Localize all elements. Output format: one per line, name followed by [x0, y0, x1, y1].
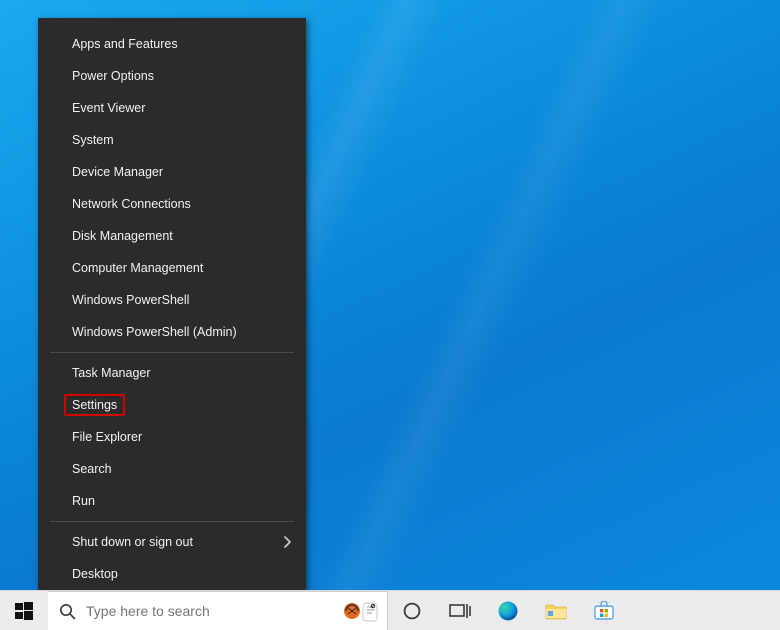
- menu-item-label: System: [72, 133, 114, 147]
- menu-item-label: Windows PowerShell: [72, 293, 189, 307]
- edge-icon: [497, 600, 519, 622]
- menu-separator: [50, 521, 294, 522]
- menu-item-label: Apps and Features: [72, 37, 178, 51]
- menu-item-label: Search: [72, 462, 112, 476]
- menu-item-label: Network Connections: [72, 197, 191, 211]
- menu-item-label: Windows PowerShell (Admin): [72, 325, 237, 339]
- menu-separator: [50, 352, 294, 353]
- menu-item-label: Desktop: [72, 567, 118, 581]
- menu-item-label: Shut down or sign out: [72, 535, 193, 549]
- file-explorer-icon: [545, 602, 567, 620]
- taskbar-search[interactable]: [48, 591, 388, 630]
- winx-group-3: Shut down or sign out Desktop: [38, 526, 306, 590]
- task-view-icon: [449, 602, 471, 620]
- menu-item-shut-down-or-sign-out[interactable]: Shut down or sign out: [38, 526, 306, 558]
- microsoft-store-button[interactable]: [580, 591, 628, 630]
- menu-item-event-viewer[interactable]: Event Viewer: [38, 92, 306, 124]
- menu-item-desktop[interactable]: Desktop: [38, 558, 306, 590]
- cortana-icon: [402, 601, 422, 621]
- menu-item-windows-powershell[interactable]: Windows PowerShell: [38, 284, 306, 316]
- chevron-right-icon: [284, 536, 292, 548]
- menu-item-file-explorer[interactable]: File Explorer: [38, 421, 306, 453]
- menu-item-apps-and-features[interactable]: Apps and Features: [38, 28, 306, 60]
- menu-item-label: Event Viewer: [72, 101, 145, 115]
- menu-item-label: Settings: [72, 398, 117, 412]
- menu-item-system[interactable]: System: [38, 124, 306, 156]
- desktop-background: Apps and Features Power Options Event Vi…: [0, 0, 780, 630]
- cortana-button[interactable]: [388, 591, 436, 630]
- windows-logo-icon: [15, 602, 33, 620]
- menu-item-label: Run: [72, 494, 95, 508]
- winx-group-1: Apps and Features Power Options Event Vi…: [38, 28, 306, 348]
- menu-item-label: File Explorer: [72, 430, 142, 444]
- menu-item-run[interactable]: Run: [38, 485, 306, 517]
- winx-menu: Apps and Features Power Options Event Vi…: [38, 18, 306, 592]
- menu-item-device-manager[interactable]: Device Manager: [38, 156, 306, 188]
- menu-item-disk-management[interactable]: Disk Management: [38, 220, 306, 252]
- menu-item-label: Task Manager: [72, 366, 151, 380]
- highlight-box: Settings: [64, 394, 125, 416]
- menu-item-label: Computer Management: [72, 261, 203, 275]
- taskbar: [0, 590, 780, 630]
- file-explorer-button[interactable]: [532, 591, 580, 630]
- menu-item-settings[interactable]: Settings: [38, 389, 306, 421]
- edge-button[interactable]: [484, 591, 532, 630]
- menu-item-network-connections[interactable]: Network Connections: [38, 188, 306, 220]
- winx-group-2: Task Manager Settings File Explorer Sear…: [38, 357, 306, 517]
- menu-item-computer-management[interactable]: Computer Management: [38, 252, 306, 284]
- start-button[interactable]: [0, 591, 48, 630]
- menu-item-windows-powershell-admin[interactable]: Windows PowerShell (Admin): [38, 316, 306, 348]
- taskbar-icons: [388, 591, 628, 630]
- menu-item-power-options[interactable]: Power Options: [38, 60, 306, 92]
- task-view-button[interactable]: [436, 591, 484, 630]
- microsoft-store-icon: [593, 601, 615, 621]
- search-icon: [48, 602, 86, 620]
- menu-item-label: Disk Management: [72, 229, 173, 243]
- search-input[interactable]: [86, 592, 336, 630]
- menu-item-label: Device Manager: [72, 165, 163, 179]
- menu-item-task-manager[interactable]: Task Manager: [38, 357, 306, 389]
- menu-item-search[interactable]: Search: [38, 453, 306, 485]
- search-highlight-icon: [336, 597, 386, 625]
- menu-item-label: Power Options: [72, 69, 154, 83]
